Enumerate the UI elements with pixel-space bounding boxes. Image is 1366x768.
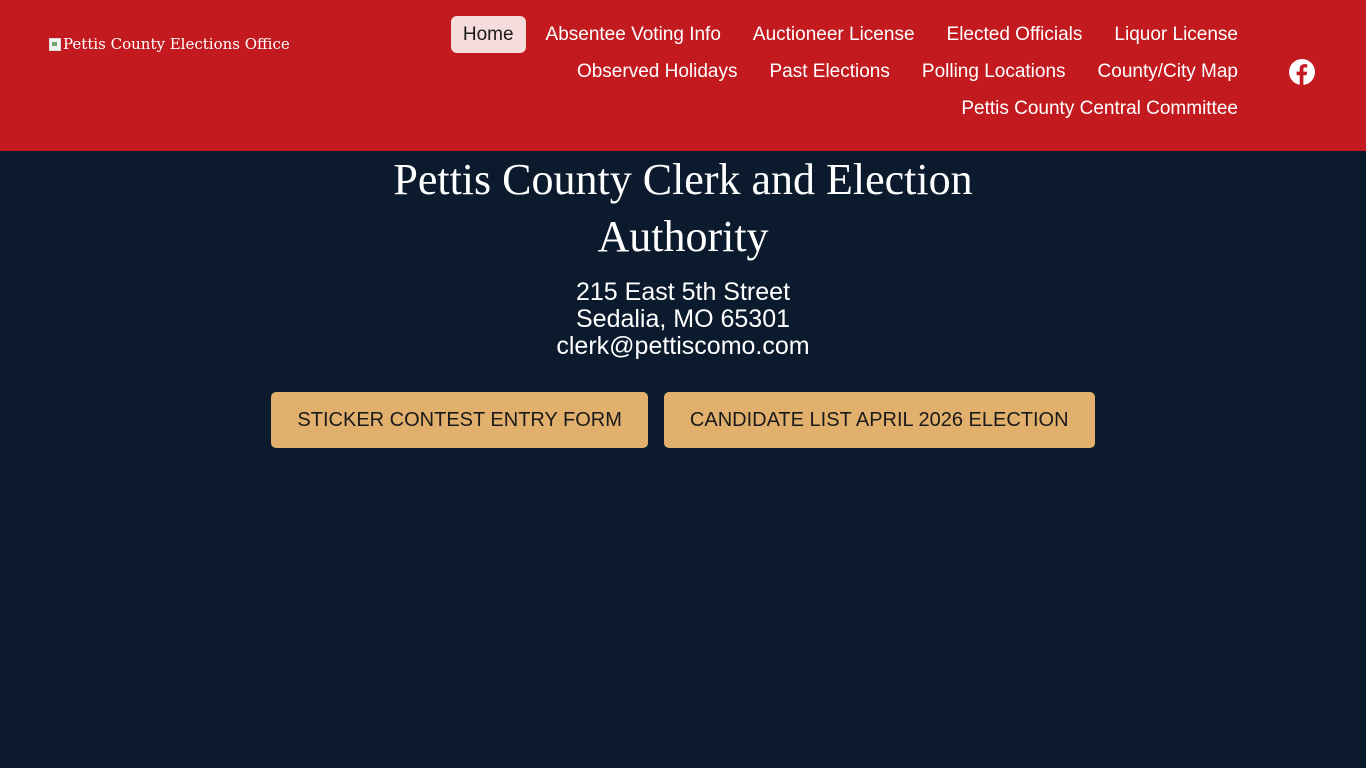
nav-item-county-city-map[interactable]: County/City Map: [1086, 53, 1250, 90]
hero-section: Pettis County Clerk and Election Authori…: [0, 151, 1366, 360]
nav-item-observed-holidays[interactable]: Observed Holidays: [565, 53, 750, 90]
nav-item-home[interactable]: Home: [450, 16, 526, 53]
action-buttons: STICKER CONTEST ENTRY FORM CANDIDATE LIS…: [0, 392, 1366, 448]
page-title: Pettis County Clerk and Election Authori…: [393, 155, 973, 261]
contact-address: 215 East 5th Street Sedalia, MO 65301 cl…: [0, 279, 1366, 360]
nav-row-2: Observed Holidays Past Elections Polling…: [557, 53, 1250, 90]
nav-item-absentee-voting-info[interactable]: Absentee Voting Info: [534, 16, 733, 53]
logo-alt-text: Pettis County Elections Office: [63, 35, 290, 53]
contact-email[interactable]: clerk@pettiscomo.com: [0, 333, 1366, 360]
site-header: Pettis County Elections Office Home Abse…: [0, 0, 1366, 151]
nav-item-central-committee[interactable]: Pettis County Central Committee: [949, 90, 1250, 127]
broken-image-icon: [48, 36, 62, 52]
candidate-list-button[interactable]: CANDIDATE LIST APRIL 2026 ELECTION: [663, 392, 1095, 448]
nav-item-past-elections[interactable]: Past Elections: [757, 53, 901, 90]
nav-item-polling-locations[interactable]: Polling Locations: [910, 53, 1078, 90]
nav-item-liquor-license[interactable]: Liquor License: [1102, 16, 1250, 53]
nav-row-3: Pettis County Central Committee: [941, 90, 1250, 127]
address-city: Sedalia, MO 65301: [575, 305, 791, 333]
address-street: 215 East 5th Street: [575, 278, 791, 306]
facebook-icon[interactable]: [1289, 59, 1315, 85]
nav-item-auctioneer-license[interactable]: Auctioneer License: [741, 16, 927, 53]
nav-row-1: Home Absentee Voting Info Auctioneer Lic…: [443, 16, 1250, 53]
sticker-contest-button[interactable]: STICKER CONTEST ENTRY FORM: [271, 392, 648, 448]
main-nav: Home Absentee Voting Info Auctioneer Lic…: [410, 16, 1250, 127]
site-logo[interactable]: Pettis County Elections Office: [48, 34, 290, 54]
nav-item-elected-officials[interactable]: Elected Officials: [935, 16, 1095, 53]
